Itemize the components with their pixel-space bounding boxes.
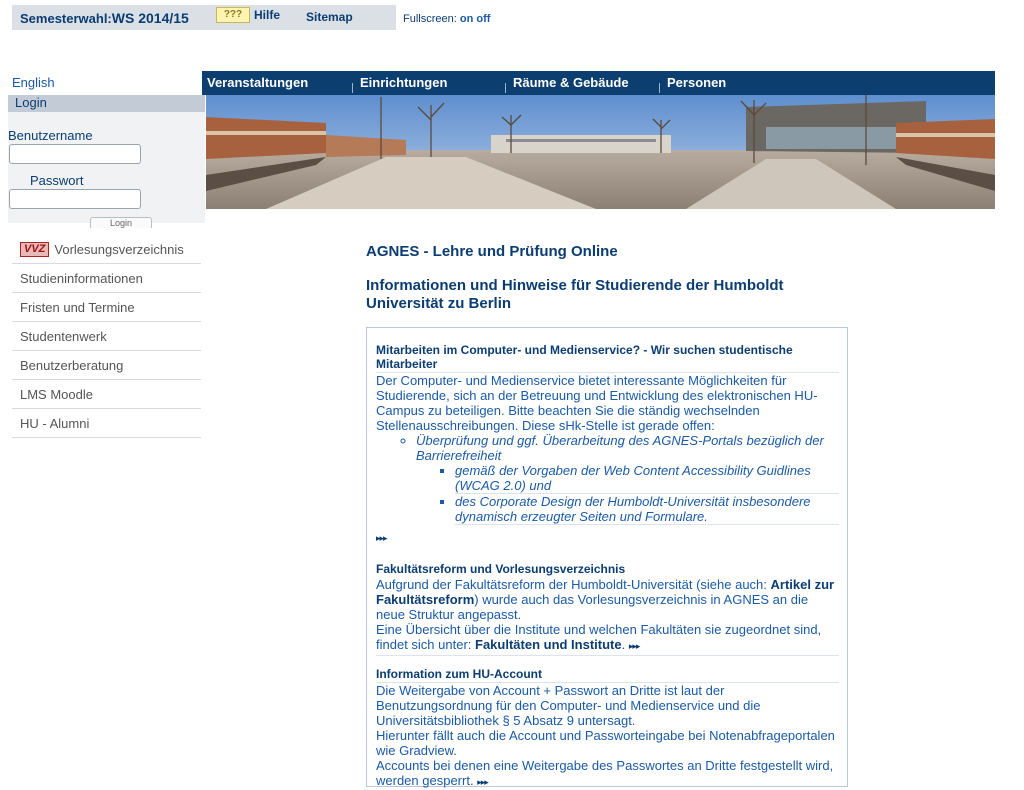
fullscreen-toggle: Fullscreen: on off <box>403 13 490 25</box>
news-text: Aufgrund der Fakultätsreform der Humbold… <box>376 577 771 592</box>
side-navigation: VVZ Vorlesungsverzeichnis Studieninforma… <box>12 236 201 439</box>
more-arrow-icon[interactable]: ▸▸▸ <box>477 777 489 787</box>
news-item: Information zum HU-Account Die Weitergab… <box>376 667 839 790</box>
news-title: Fakultätsreform und Vorlesungsverzeichni… <box>376 562 626 576</box>
news-text: Der Computer- und Medienservice bietet i… <box>376 373 818 433</box>
news-box: Mitarbeiten im Computer- und Medienservi… <box>366 327 848 790</box>
mainnav-item-raeume[interactable]: Räume & Gebäude <box>505 71 662 95</box>
mainnav-item-einrichtungen[interactable]: Einrichtungen <box>352 71 508 95</box>
news-title: Information zum HU-Account <box>376 667 839 683</box>
login-button[interactable]: Login <box>90 217 152 228</box>
page-title: AGNES - Lehre und Prüfung Online <box>366 243 618 260</box>
sidenav-item-vorlesungsverzeichnis[interactable]: VVZ Vorlesungsverzeichnis <box>12 236 201 264</box>
sidenav-item-moodle[interactable]: LMS Moodle <box>12 381 201 409</box>
sidenav-item-label: Vorlesungsverzeichnis <box>54 242 184 257</box>
semester-selector[interactable]: Semesterwahl:WS 2014/15 <box>20 10 189 26</box>
list-item: Überprüfung und ggf. Überarbeitung des A… <box>416 433 839 525</box>
semester-value: WS 2014/15 <box>111 10 189 26</box>
sidenav-item-fristen[interactable]: Fristen und Termine <box>12 294 201 322</box>
login-form: Benutzername Passwort Login <box>8 112 205 228</box>
sub-list-item: gemäß der Vorgaben der Web Content Acces… <box>455 463 839 494</box>
more-arrow-icon[interactable]: ▸▸▸ <box>629 641 641 651</box>
sidenav-item-studieninformationen[interactable]: Studieninformationen <box>12 265 201 293</box>
top-bar: Semesterwahl:WS 2014/15 ??? Hilfe Sitema… <box>12 5 396 30</box>
language-link[interactable]: English <box>12 75 55 90</box>
password-input[interactable] <box>9 189 141 209</box>
semester-label: Semesterwahl: <box>20 11 112 26</box>
fakultaeten-institute-link[interactable]: Fakultäten und Institute <box>475 637 622 652</box>
login-title: Login <box>15 95 47 110</box>
help-label[interactable]: Hilfe <box>254 8 280 22</box>
sub-list-item: des Corporate Design der Humboldt-Univer… <box>455 494 839 525</box>
vvz-icon: VVZ <box>20 242 50 257</box>
news-text: Accounts bei denen eine Weitergabe des P… <box>376 758 834 788</box>
username-label: Benutzername <box>8 128 93 143</box>
news-item: Fakultätsreform und Vorlesungsverzeichni… <box>376 562 839 656</box>
help-icon: ??? <box>216 7 250 23</box>
help-link[interactable]: ??? Hilfe <box>216 7 280 23</box>
campus-banner-image <box>206 95 995 209</box>
sidenav-item-alumni[interactable]: HU - Alumni <box>12 410 201 438</box>
mainnav-item-personen[interactable]: Personen <box>659 71 812 95</box>
news-item: Mitarbeiten im Computer- und Medienservi… <box>376 343 839 546</box>
fullscreen-label: Fullscreen: <box>403 13 457 25</box>
mainnav-item-veranstaltungen[interactable]: Veranstaltungen <box>202 71 355 95</box>
username-input[interactable] <box>9 144 141 164</box>
sitemap-link[interactable]: Sitemap <box>306 10 353 24</box>
sidenav-item-benutzerberatung[interactable]: Benutzerberatung <box>12 352 201 380</box>
news-text: Hierunter fällt auch die Account und Pas… <box>376 728 835 758</box>
fullscreen-off-link[interactable]: off <box>476 13 490 25</box>
login-header: Login <box>8 95 205 112</box>
main-navigation: Veranstaltungen Einrichtungen Räume & Ge… <box>202 71 995 95</box>
list-item-text: Überprüfung und ggf. Überarbeitung des A… <box>416 433 824 463</box>
sidenav-item-studentenwerk[interactable]: Studentenwerk <box>12 323 201 351</box>
news-text: Die Weitergabe von Account + Passwort an… <box>376 683 761 728</box>
fullscreen-on-link[interactable]: on <box>460 13 473 25</box>
password-label: Passwort <box>30 173 84 188</box>
page-subtitle: Informationen und Hinweise für Studieren… <box>366 277 784 312</box>
news-title: Mitarbeiten im Computer- und Medienservi… <box>376 343 839 373</box>
more-arrow-icon[interactable]: ▸▸▸ <box>376 533 388 543</box>
